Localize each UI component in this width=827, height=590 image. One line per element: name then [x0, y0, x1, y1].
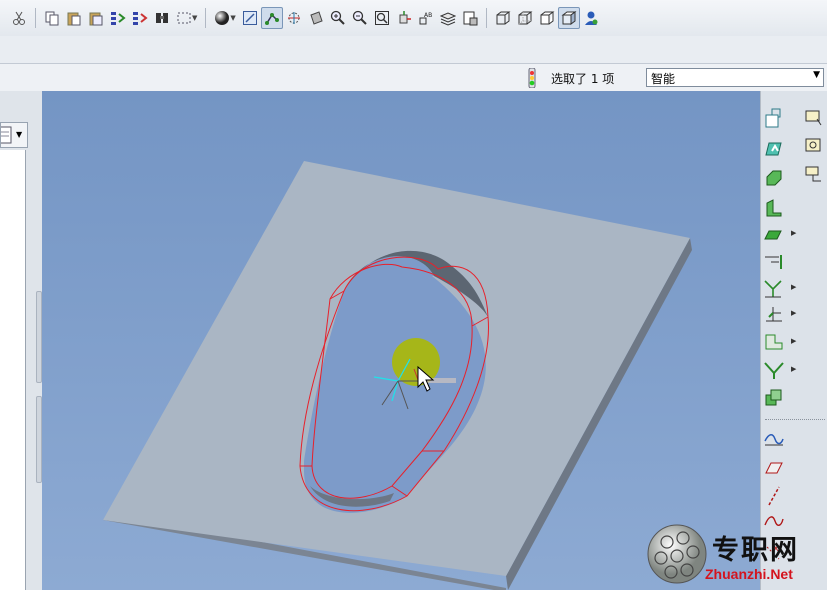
rib-icon[interactable] [763, 167, 785, 189]
chevron-right-icon[interactable]: ▶ [791, 229, 796, 237]
toolbar-separator [765, 419, 825, 420]
extrude-icon[interactable] [763, 277, 785, 299]
reorient-icon[interactable] [393, 7, 415, 29]
shell-icon[interactable] [763, 137, 785, 159]
annotation-icon[interactable]: AB [415, 7, 437, 29]
watermark-en: Zhuanzhi.Net [705, 566, 793, 582]
paste-special-icon[interactable] [85, 7, 107, 29]
zoom-in-icon[interactable] [327, 7, 349, 29]
orient-icon[interactable] [305, 7, 327, 29]
datum-curve-icon[interactable] [803, 163, 825, 185]
plane-icon[interactable] [763, 457, 785, 479]
find-icon[interactable] [151, 7, 173, 29]
layers-icon[interactable] [437, 7, 459, 29]
datum-points-icon[interactable] [260, 7, 283, 29]
refit-icon[interactable] [371, 7, 393, 29]
wireframe-icon[interactable] [492, 7, 514, 29]
regenerate-icon[interactable] [107, 7, 129, 29]
chevron-right-icon[interactable]: ▶ [791, 309, 796, 317]
blend-icon[interactable] [763, 359, 785, 381]
model-view [103, 161, 692, 590]
main-toolbar: ▼ ▼ AB [0, 0, 827, 36]
toolbar-band [0, 36, 827, 63]
regenerate-manager-icon[interactable] [129, 7, 151, 29]
axis-icon[interactable] [763, 485, 785, 507]
draft-icon[interactable] [763, 197, 785, 219]
toolbar-separator [35, 8, 36, 28]
merge-icon[interactable] [763, 387, 785, 409]
toolbar-separator [485, 8, 487, 28]
zoom-out-icon[interactable] [349, 7, 371, 29]
hole-icon[interactable] [763, 107, 785, 129]
chevron-down-icon[interactable]: ▼ [192, 14, 197, 22]
model-tree[interactable] [0, 150, 26, 590]
chevron-right-icon[interactable]: ▶ [791, 283, 796, 291]
document-icon [1, 126, 12, 144]
chevron-down-icon[interactable]: ▼ [230, 14, 235, 22]
feature-toolbar: ▶ ▶ ▶ ▶ ▶ x [760, 91, 827, 590]
paste-icon[interactable] [63, 7, 85, 29]
round-icon[interactable] [763, 223, 785, 245]
chamfer-icon[interactable] [763, 249, 785, 271]
chevron-down-icon[interactable]: ▼ [16, 130, 22, 139]
copy-icon[interactable] [41, 7, 63, 29]
sweep-icon[interactable] [763, 331, 785, 353]
toolbar-separator [205, 8, 207, 28]
status-bar: 选取了 1 项 智能 ▼ [0, 63, 827, 92]
view-manager-icon[interactable] [239, 7, 261, 29]
shaded-icon[interactable] [557, 7, 580, 29]
chevron-down-icon[interactable]: ▼ [813, 70, 820, 80]
datum-axis-icon[interactable] [803, 135, 825, 157]
cut-icon[interactable] [8, 7, 30, 29]
selection-count-text: 选取了 1 项 [551, 72, 615, 86]
chevron-right-icon[interactable]: ▶ [791, 365, 796, 373]
status-indicator-icon [526, 67, 538, 91]
selection-filter-select[interactable]: 智能 ▼ [646, 68, 824, 87]
appearance-icon[interactable] [459, 7, 481, 29]
model-tree-icon[interactable] [580, 7, 602, 29]
watermark-logo-icon [647, 524, 707, 584]
spin-center-icon[interactable] [283, 7, 305, 29]
no-hidden-icon[interactable] [536, 7, 558, 29]
watermark-cn: 专职网 [712, 535, 799, 566]
revolve-icon[interactable] [763, 303, 785, 325]
graphics-viewport[interactable] [42, 91, 760, 590]
hidden-line-icon[interactable] [514, 7, 536, 29]
filter-value: 智能 [651, 72, 676, 86]
chevron-right-icon[interactable]: ▶ [791, 337, 796, 345]
style-icon[interactable] [763, 429, 785, 451]
datum-plane-icon[interactable] [803, 107, 825, 129]
navigator-tab[interactable] [0, 122, 28, 148]
